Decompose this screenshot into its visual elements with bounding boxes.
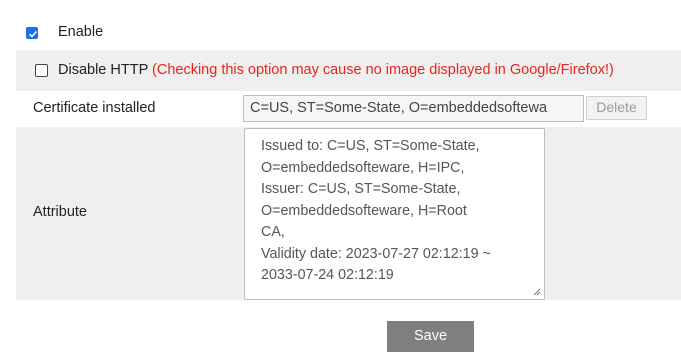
delete-button[interactable]: Delete [586,96,647,120]
certificate-row: Certificate installed C=US, ST=Some-Stat… [16,91,681,127]
attribute-row: Attribute Issued to: C=US, ST=Some-State… [16,127,681,300]
attribute-line: O=embeddedsofteware, H=IPC, [261,159,465,176]
resize-grip-icon[interactable] [533,288,541,296]
attribute-textarea[interactable]: Issued to: C=US, ST=Some-State, O=embedd… [244,128,545,300]
check-icon [28,30,38,38]
enable-row: Enable [16,14,681,50]
disable-http-checkbox[interactable] [35,64,48,77]
save-button[interactable]: Save [387,321,474,352]
certificate-label: Certificate installed [33,100,156,116]
disable-http-text: Disable HTTP [58,62,148,78]
attribute-line: Validity date: 2023-07-27 02:12:19 ~ [261,245,491,262]
attribute-line: 2033-07-24 02:12:19 [261,267,394,283]
enable-checkbox[interactable] [26,27,38,39]
attribute-line: Issued to: C=US, ST=Some-State, [261,138,480,154]
attribute-line: CA, [261,224,285,240]
disable-http-label: Disable HTTP (Checking this option may c… [58,62,614,78]
disable-http-warning: (Checking this option may cause no image… [152,62,614,78]
attribute-line: O=embeddedsofteware, H=Root [261,202,467,219]
attribute-label: Attribute [33,204,87,220]
disable-http-row: Disable HTTP (Checking this option may c… [16,50,681,91]
enable-label: Enable [58,24,104,40]
certificate-field[interactable]: C=US, ST=Some-State, O=embeddedsoftewa [243,95,584,122]
attribute-line: Issuer: C=US, ST=Some-State, [261,181,461,197]
